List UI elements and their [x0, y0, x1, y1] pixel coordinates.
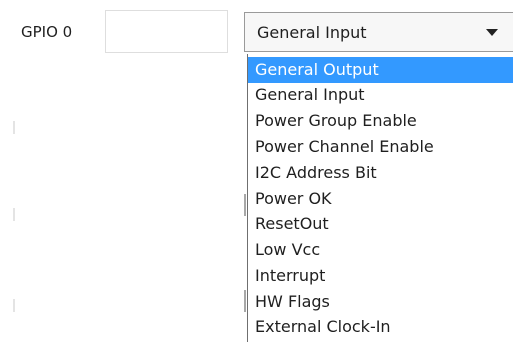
chevron-down-icon[interactable] [486, 29, 498, 36]
background-separator [13, 208, 15, 221]
gpio-label: GPIO 0 [21, 23, 73, 41]
dropdown-option-power-ok[interactable]: Power OK [248, 186, 513, 212]
background-control-edge [244, 194, 246, 216]
gpio-function-select[interactable]: General Input [244, 12, 513, 52]
dropdown-option-low-vcc[interactable]: Low Vcc [248, 237, 513, 263]
dropdown-option-power-group-enable[interactable]: Power Group Enable [248, 108, 513, 134]
dropdown-option-general-input[interactable]: General Input [248, 82, 513, 108]
dropdown-option-i2c-address-bit[interactable]: I2C Address Bit [248, 160, 513, 186]
background-separator [13, 121, 15, 134]
dropdown-option-general-output[interactable]: General Output [248, 57, 513, 83]
background-separator [13, 299, 15, 312]
dropdown-option-external-clock-in[interactable]: External Clock-In [248, 314, 513, 340]
gpio-function-dropdown-list[interactable]: General Output General Input Power Group… [247, 54, 513, 342]
gpio-configuration-panel: GPIO 0 General Input General Output Gene… [0, 0, 513, 342]
dropdown-option-power-channel-enable[interactable]: Power Channel Enable [248, 134, 513, 160]
background-control-edge [244, 290, 246, 312]
selected-function-value: General Input [257, 23, 367, 42]
dropdown-option-hw-flags[interactable]: HW Flags [248, 289, 513, 315]
gpio-value-field[interactable] [105, 10, 228, 53]
dropdown-option-resetout[interactable]: ResetOut [248, 211, 513, 237]
dropdown-option-interrupt[interactable]: Interrupt [248, 263, 513, 289]
